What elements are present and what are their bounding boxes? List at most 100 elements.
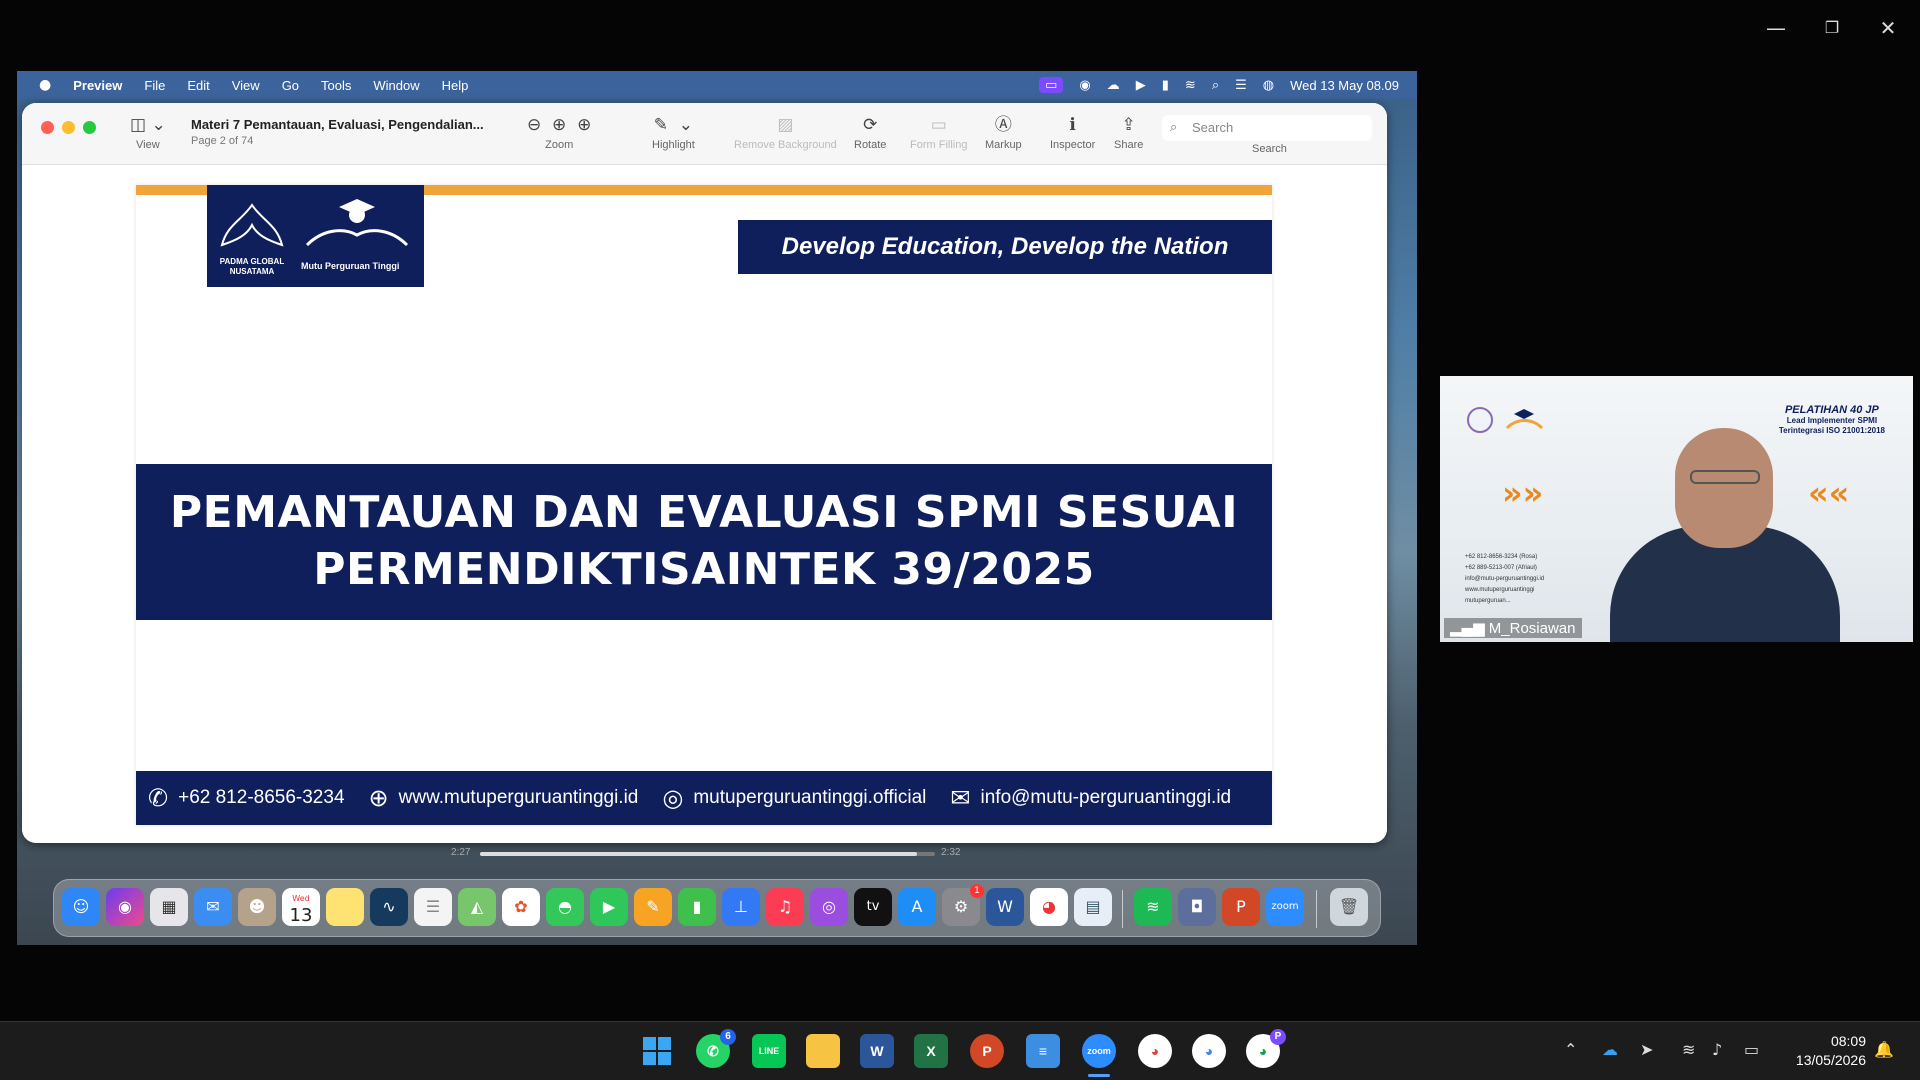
pages-icon[interactable]: ✎ <box>634 888 672 926</box>
notepad-icon[interactable]: ≡ <box>1026 1034 1060 1068</box>
finder-icon[interactable]: ☺ <box>62 888 100 926</box>
location-icon[interactable]: ➤ <box>1640 1040 1653 1059</box>
reminders-icon[interactable]: ☰ <box>414 888 452 926</box>
notification-icon[interactable]: 🔔 <box>1874 1040 1894 1059</box>
video-logo-icon <box>1467 407 1544 433</box>
chevron-up-icon[interactable]: ⌃ <box>1564 1040 1577 1059</box>
taskbar-clock[interactable]: 08:09 13/05/2026 <box>1796 1032 1866 1070</box>
zoom-dot[interactable] <box>83 121 96 134</box>
info-icon: ℹ <box>1069 115 1076 135</box>
photos-icon[interactable]: ✿ <box>502 888 540 926</box>
siri-icon[interactable]: ◍ <box>1263 78 1274 93</box>
participant-name: ▂▄▆ M_Rosiawan <box>1444 618 1582 638</box>
file-explorer-icon[interactable] <box>806 1034 840 1068</box>
appstore-icon[interactable]: A <box>898 888 936 926</box>
play-icon[interactable]: ▶ <box>1136 78 1146 93</box>
participant-video[interactable]: »» «« PELATIHAN 40 JP Lead Implementer S… <box>1440 376 1913 642</box>
numbers-icon[interactable]: ▮ <box>678 888 716 926</box>
freeform-icon[interactable]: ∿ <box>370 888 408 926</box>
wifi-tray-icon[interactable]: ≋ <box>1682 1040 1695 1059</box>
share-button[interactable]: ⇪ Share <box>1114 113 1143 151</box>
menu-help[interactable]: Help <box>442 78 469 93</box>
settings-badge: 1 <box>970 884 984 898</box>
zoom-app-icon[interactable]: zoom <box>1266 888 1304 926</box>
control-center-icon[interactable]: ☰ <box>1235 78 1247 93</box>
battery-tray-icon[interactable]: ▭ <box>1744 1040 1759 1059</box>
excel-taskbar-icon[interactable]: X <box>914 1034 948 1068</box>
notes-icon[interactable] <box>326 888 364 926</box>
whatsapp-taskbar-icon[interactable]: ✆ 6 <box>696 1029 736 1068</box>
line-taskbar-icon[interactable]: LINE <box>752 1034 786 1068</box>
word-taskbar-icon[interactable]: W <box>860 1034 894 1068</box>
footer-instagram: ◎ mutuperguruantinggi.official <box>662 784 927 812</box>
zoom-taskbar-icon[interactable]: zoom <box>1082 1034 1116 1068</box>
menubar-datetime[interactable]: Wed 13 May 08.09 <box>1290 78 1399 93</box>
siri-app-icon[interactable]: ◉ <box>106 888 144 926</box>
windows-taskbar: ✆ 6 LINE W X P ≡ zoom ◕ ◕ ◕ P ⌃ ☁ ➤ ≋ ♪ … <box>0 1021 1920 1080</box>
battery-icon[interactable]: ▮ <box>1162 78 1169 93</box>
search-label: Search <box>1252 143 1287 155</box>
music-icon[interactable]: ♫ <box>766 888 804 926</box>
chrome-taskbar-icon-1[interactable]: ◕ <box>1138 1034 1172 1068</box>
highlight-button[interactable]: ✎ ⌄ Highlight <box>652 113 695 151</box>
calendar-icon[interactable]: Wed 13 <box>282 888 320 926</box>
mail-app-icon[interactable]: ✉ <box>194 888 232 926</box>
restore-button[interactable]: ❐ <box>1812 14 1852 42</box>
facetime-icon[interactable]: ▶ <box>590 888 628 926</box>
status-icon-1[interactable]: ◉ <box>1079 78 1090 93</box>
minimize-dot[interactable] <box>62 121 75 134</box>
keynote-icon[interactable]: ⊥ <box>722 888 760 926</box>
volume-icon[interactable]: ♪ <box>1712 1040 1722 1059</box>
form-icon: ▭ <box>930 115 947 135</box>
menu-view[interactable]: View <box>232 78 260 93</box>
powerpoint-taskbar-icon[interactable]: P <box>970 1034 1004 1068</box>
playback-scrubber[interactable] <box>480 852 935 856</box>
menu-app-name[interactable]: Preview <box>73 78 122 93</box>
spotify-icon[interactable]: ≋ <box>1134 888 1172 926</box>
view-button[interactable]: ◫ ⌄ View <box>130 113 166 151</box>
start-button[interactable] <box>640 1034 674 1068</box>
wifi-icon[interactable]: ≋ <box>1185 78 1196 93</box>
podcasts-icon[interactable]: ◎ <box>810 888 848 926</box>
onedrive-icon[interactable]: ☁ <box>1602 1040 1618 1059</box>
chrome-taskbar-icon-2[interactable]: ◕ <box>1192 1034 1226 1068</box>
settings-icon[interactable]: ⚙ 1 <box>942 884 984 926</box>
contacts-icon[interactable]: ☻ <box>238 888 276 926</box>
menu-tools[interactable]: Tools <box>321 78 351 93</box>
powerpoint-icon[interactable]: P <box>1222 888 1260 926</box>
minimize-button[interactable]: — <box>1756 14 1796 42</box>
search-input[interactable]: ⌕ Search <box>1162 115 1372 141</box>
menu-edit[interactable]: Edit <box>187 78 209 93</box>
form-filling-button[interactable]: ▭ Form Filling <box>910 113 967 151</box>
zoom-controls[interactable]: ⊖ ⊕ ⊕ Zoom <box>527 113 591 151</box>
maps-icon[interactable]: ◭ <box>458 888 496 926</box>
chrome-icon[interactable]: ◕ <box>1030 888 1068 926</box>
instagram-icon: ◎ <box>662 784 684 812</box>
cloud-icon[interactable]: ☁ <box>1107 78 1120 93</box>
chrome-taskbar-icon-3[interactable]: ◕ P <box>1246 1029 1286 1068</box>
menu-file[interactable]: File <box>144 78 165 93</box>
spotlight-icon[interactable]: ⌕ <box>1212 78 1219 93</box>
trash-icon[interactable]: 🗑 <box>1330 888 1368 926</box>
mac-menubar: ● Preview File Edit View Go Tools Window… <box>17 71 1417 99</box>
utility-app-icon[interactable]: ◘ <box>1178 888 1216 926</box>
close-button[interactable]: ✕ <box>1868 14 1908 42</box>
markup-icon: Ⓐ <box>994 115 1012 135</box>
menu-go[interactable]: Go <box>282 78 299 93</box>
remove-background-button[interactable]: ▨ Remove Background <box>734 113 837 151</box>
preview-app-icon[interactable]: ▤ <box>1074 888 1112 926</box>
appletv-icon[interactable]: tv <box>854 888 892 926</box>
zoom-icons[interactable]: ⊖ ⊕ ⊕ <box>527 113 591 137</box>
inspector-button[interactable]: ℹ Inspector <box>1050 113 1095 151</box>
highlighter-icon: ✎ ⌄ <box>653 115 694 135</box>
close-dot[interactable] <box>41 121 54 134</box>
apple-icon[interactable]: ● <box>39 77 51 93</box>
markup-button[interactable]: Ⓐ Markup <box>985 113 1022 151</box>
rotate-button[interactable]: ⟳ Rotate <box>854 113 886 151</box>
launchpad-icon[interactable]: ▦ <box>150 888 188 926</box>
messages-icon[interactable]: ◓ <box>546 888 584 926</box>
share-icon: ⇪ <box>1121 115 1136 135</box>
menu-window[interactable]: Window <box>373 78 419 93</box>
word-icon[interactable]: W <box>986 888 1024 926</box>
screen-share-icon[interactable]: ▭ <box>1039 77 1064 93</box>
